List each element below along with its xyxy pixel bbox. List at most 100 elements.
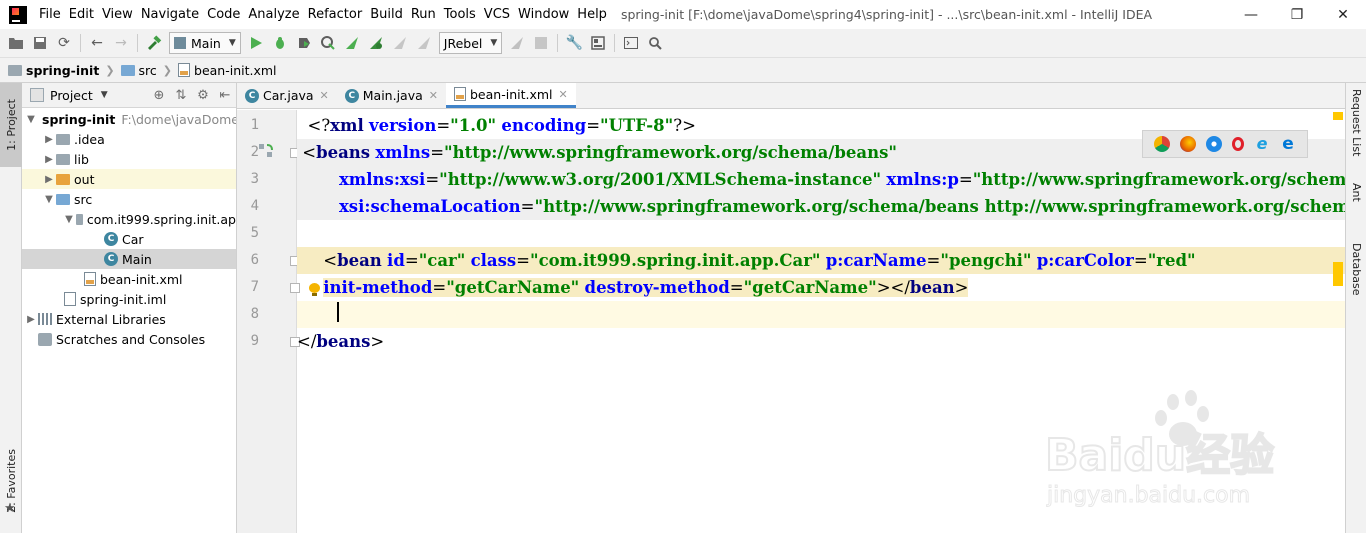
- chevron-down-icon[interactable]: ▼: [24, 114, 38, 125]
- menu-tools[interactable]: Tools: [440, 0, 480, 29]
- tree-item-project-root[interactable]: ▼ spring-init F:\dome\javaDome: [22, 109, 236, 129]
- analysis-status-marker[interactable]: [1333, 112, 1343, 120]
- java-class-icon: C: [344, 88, 359, 103]
- close-icon[interactable]: ✕: [1320, 0, 1366, 29]
- tab-car-java[interactable]: C Car.java ✕: [237, 83, 337, 108]
- tree-item-label: spring-init: [42, 111, 116, 127]
- tree-item-src[interactable]: ▼ src: [22, 189, 236, 209]
- forward-arrow-icon[interactable]: →: [110, 32, 132, 54]
- jrebel-select[interactable]: JRebel ▼: [438, 32, 503, 54]
- tab-main-java[interactable]: C Main.java ✕: [337, 83, 446, 108]
- close-icon[interactable]: ✕: [559, 88, 568, 101]
- menu-help[interactable]: Help: [573, 0, 611, 29]
- breadcrumb-file[interactable]: bean-init.xml: [178, 63, 277, 78]
- chevron-right-icon[interactable]: ▶: [42, 154, 56, 165]
- chevron-down-icon[interactable]: ▼: [101, 90, 108, 100]
- build-hammer-icon[interactable]: [143, 32, 165, 54]
- tree-item-bean-init-xml[interactable]: bean-init.xml: [22, 269, 236, 289]
- menu-edit[interactable]: Edit: [65, 0, 98, 29]
- menu-window[interactable]: Window: [514, 0, 573, 29]
- tab-bean-init-xml[interactable]: bean-init.xml ✕: [446, 83, 576, 108]
- debug-icon[interactable]: [269, 32, 291, 54]
- search-icon[interactable]: [644, 32, 666, 54]
- chrome-icon[interactable]: [1154, 136, 1170, 152]
- breadcrumb-src[interactable]: src: [120, 62, 157, 78]
- open-folder-icon[interactable]: [5, 32, 27, 54]
- tree-item-package[interactable]: ▼ com.it999.spring.init.ap: [22, 209, 236, 229]
- tree-item-scratches[interactable]: Scratches and Consoles: [22, 329, 236, 349]
- breadcrumb-label: src: [138, 62, 157, 78]
- settings-wrench-icon[interactable]: 🔧: [563, 32, 585, 54]
- tool-tab-database[interactable]: Database: [1346, 243, 1366, 296]
- jrebel-run-icon[interactable]: [341, 32, 363, 54]
- locate-target-icon[interactable]: ⊕: [148, 88, 170, 103]
- code-editor[interactable]: 1 2 3 4 5 6 7 8 9 <?xml version="1.0" en…: [237, 110, 1345, 533]
- coverage-icon[interactable]: [293, 32, 315, 54]
- tree-item-lib[interactable]: ▶ lib: [22, 149, 236, 169]
- chevron-right-icon[interactable]: ▶: [42, 174, 56, 185]
- sync-icon[interactable]: ⟳: [53, 32, 75, 54]
- tree-item-external-libraries[interactable]: ▶ External Libraries: [22, 309, 236, 329]
- hide-panel-icon[interactable]: ⇤: [214, 88, 236, 103]
- tree-item-car[interactable]: C Car: [22, 229, 236, 249]
- terminal-icon[interactable]: [620, 32, 642, 54]
- chevron-right-icon[interactable]: ▶: [24, 314, 38, 325]
- menu-run[interactable]: Run: [407, 0, 440, 29]
- jrebel-disabled-icon-2[interactable]: [413, 32, 435, 54]
- tree-item-label: src: [74, 191, 93, 207]
- tree-item-label: bean-init.xml: [100, 271, 183, 287]
- minimize-icon[interactable]: —: [1228, 0, 1274, 29]
- run-icon[interactable]: [245, 32, 267, 54]
- internet-explorer-icon[interactable]: e: [1254, 136, 1270, 152]
- breadcrumb-project[interactable]: spring-init: [8, 63, 99, 78]
- jrebel-disabled-icon[interactable]: [389, 32, 411, 54]
- firefox-icon[interactable]: [1180, 136, 1196, 152]
- stop-icon[interactable]: [530, 32, 552, 54]
- chevron-down-icon[interactable]: ▼: [62, 214, 76, 225]
- menu-analyze[interactable]: Analyze: [244, 0, 303, 29]
- profile-icon[interactable]: [317, 32, 339, 54]
- spring-bean-gutter-icon[interactable]: [258, 143, 274, 159]
- menu-refactor[interactable]: Refactor: [304, 0, 367, 29]
- tree-item-idea[interactable]: ▶ .idea: [22, 129, 236, 149]
- menu-file[interactable]: File: [35, 0, 65, 29]
- tree-item-out[interactable]: ▶ out: [22, 169, 236, 189]
- edge-icon[interactable]: e: [1280, 136, 1296, 153]
- opera-icon[interactable]: [1232, 137, 1244, 151]
- project-view-select[interactable]: Project: [50, 88, 93, 103]
- gear-icon[interactable]: ⚙: [192, 88, 214, 103]
- line-number: 4: [250, 198, 259, 214]
- tab-label: Car.java: [263, 88, 314, 103]
- restore-icon[interactable]: ❐: [1274, 0, 1320, 29]
- menu-code[interactable]: Code: [203, 0, 244, 29]
- tree-item-main[interactable]: C Main: [22, 249, 236, 269]
- chevron-right-icon[interactable]: ▶: [42, 134, 56, 145]
- close-icon[interactable]: ✕: [429, 89, 438, 102]
- attach-icon[interactable]: [506, 32, 528, 54]
- error-stripe-marker[interactable]: [1333, 262, 1343, 286]
- menu-view[interactable]: View: [98, 0, 137, 29]
- collapse-all-icon[interactable]: ⇅: [170, 88, 192, 103]
- safari-icon[interactable]: [1206, 136, 1222, 152]
- menu-vcs[interactable]: VCS: [480, 0, 514, 29]
- tool-tab-request-list[interactable]: Request List: [1346, 89, 1366, 156]
- jrebel-debug-icon[interactable]: [365, 32, 387, 54]
- close-icon[interactable]: ✕: [320, 89, 329, 102]
- tool-tab-ant[interactable]: Ant: [1346, 183, 1366, 202]
- menu-navigate[interactable]: Navigate: [137, 0, 203, 29]
- chevron-down-icon[interactable]: ▼: [42, 194, 56, 205]
- save-all-icon[interactable]: [29, 32, 51, 54]
- tool-tab-project[interactable]: 1: Project: [0, 83, 22, 167]
- code-line-7: init-method="getCarName" destroy-method=…: [323, 278, 969, 297]
- star-icon: ★: [4, 501, 16, 516]
- code-area[interactable]: <?xml version="1.0" encoding="UTF-8"?> <…: [297, 110, 1345, 533]
- back-arrow-icon[interactable]: ←: [86, 32, 108, 54]
- menu-build[interactable]: Build: [366, 0, 407, 29]
- tree-item-iml[interactable]: spring-init.iml: [22, 289, 236, 309]
- project-structure-icon[interactable]: [587, 32, 609, 54]
- line-number: 1: [250, 117, 259, 133]
- tree-item-label: Scratches and Consoles: [56, 331, 206, 347]
- run-config-select[interactable]: Main ▼: [169, 32, 241, 54]
- code-line-6: <bean id="car" class="com.it999.spring.i…: [297, 247, 1345, 274]
